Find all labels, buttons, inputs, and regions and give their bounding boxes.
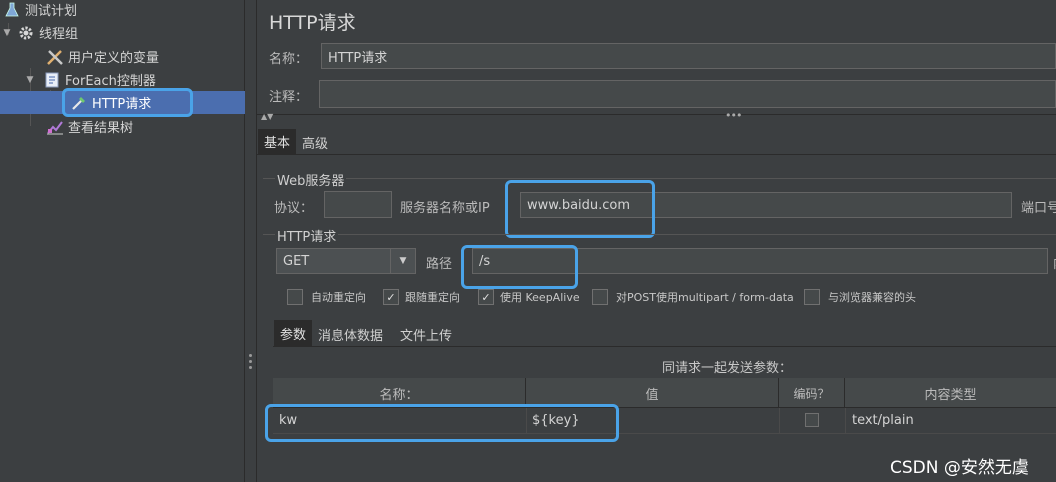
tree-item-label: ForEach控制器 bbox=[65, 74, 156, 89]
param-name-cell[interactable]: kw bbox=[279, 413, 297, 428]
column-header-name[interactable]: 名称： bbox=[273, 378, 526, 408]
watermark: CSDN @安然无虞 bbox=[890, 458, 1029, 478]
protocol-label: 协议： bbox=[274, 201, 314, 216]
content-type-cell[interactable]: text/plain bbox=[852, 413, 914, 428]
follow-redirect-option[interactable]: ✓ 跟随重定向 bbox=[383, 289, 460, 305]
page-title: HTTP请求 bbox=[269, 12, 356, 34]
tree-item-foreach-controller[interactable]: ▼ ForEach控制器 bbox=[0, 68, 245, 91]
tree-item-label: 查看结果树 bbox=[68, 121, 134, 136]
follow-redirect-checkbox[interactable]: ✓ bbox=[383, 289, 399, 305]
tree-item-label: 测试计划 bbox=[25, 4, 78, 19]
tree-item-thread-group[interactable]: ▼ 线程组 bbox=[0, 21, 245, 44]
path-field[interactable]: /s bbox=[472, 248, 1048, 274]
tab-basic[interactable]: 基本 bbox=[258, 129, 296, 154]
test-plan-tree: 测试计划 ▼ 线程组 用户定义的变量 ▼ ForEach控制器 HTTP请求 查… bbox=[0, 0, 245, 482]
tree-item-label: 线程组 bbox=[39, 27, 79, 42]
option-label: 使用 KeepAlive bbox=[500, 291, 580, 304]
expand-arrow-icon[interactable]: ▼ bbox=[0, 28, 14, 38]
gear-icon bbox=[17, 24, 35, 42]
option-label: 自动重定向 bbox=[311, 291, 366, 304]
chevron-down-icon[interactable]: ▼ bbox=[390, 249, 415, 273]
keepalive-option[interactable]: ✓ 使用 KeepAlive bbox=[478, 289, 580, 305]
keepalive-checkbox[interactable]: ✓ bbox=[478, 289, 494, 305]
server-name-field[interactable]: www.baidu.com bbox=[520, 192, 1012, 218]
browser-headers-option[interactable]: 与浏览器兼容的头 bbox=[804, 289, 916, 305]
table-header-row: 名称： 值 编码？ 内容类型 bbox=[273, 378, 1056, 408]
option-label: 对POST使用multipart / form-data bbox=[616, 291, 794, 304]
panel-splitter[interactable] bbox=[245, 0, 257, 482]
port-label: 端口号 bbox=[1021, 201, 1056, 216]
tree-item-test-plan[interactable]: 测试计划 bbox=[0, 0, 245, 21]
tree-item-label: HTTP请求 bbox=[92, 97, 152, 112]
http-request-panel: HTTP请求 名称： HTTP请求 注释： ▲▼ ••• 基本 高级 Web服务… bbox=[257, 0, 1056, 482]
tab-parameters[interactable]: 参数 bbox=[274, 320, 312, 346]
controller-icon bbox=[43, 71, 61, 89]
method-select[interactable]: GET ▼ bbox=[276, 248, 416, 274]
param-value-cell[interactable]: ${key} bbox=[532, 413, 580, 428]
auto-redirect-option[interactable]: 自动重定向 bbox=[287, 289, 366, 305]
tab-body-data[interactable]: 消息体数据 bbox=[318, 325, 383, 344]
browser-headers-checkbox[interactable] bbox=[804, 289, 820, 305]
option-label: 与浏览器兼容的头 bbox=[828, 291, 916, 304]
auto-redirect-checkbox[interactable] bbox=[287, 289, 303, 305]
encode-checkbox[interactable] bbox=[805, 413, 819, 427]
method-value: GET bbox=[283, 253, 310, 269]
multipart-option[interactable]: 对POST使用multipart / form-data bbox=[592, 289, 794, 305]
params-caption: 同请求一起发送参数： bbox=[662, 361, 793, 376]
web-server-group-label: Web服务器 bbox=[275, 170, 347, 189]
column-header-value[interactable]: 值 bbox=[526, 378, 779, 408]
server-label: 服务器名称或IP bbox=[400, 201, 490, 216]
multipart-checkbox[interactable] bbox=[592, 289, 608, 305]
http-request-group-label: HTTP请求 bbox=[275, 226, 339, 245]
name-field[interactable]: HTTP请求 bbox=[321, 43, 1056, 69]
comment-label: 注释： bbox=[269, 90, 309, 105]
protocol-field[interactable] bbox=[324, 191, 392, 218]
table-row[interactable]: kw ${key} text/plain bbox=[273, 408, 1056, 434]
tree-item-view-results-tree[interactable]: 查看结果树 bbox=[0, 115, 245, 138]
name-label: 名称： bbox=[269, 52, 309, 67]
column-header-encode[interactable]: 编码？ bbox=[779, 378, 845, 408]
chart-icon bbox=[46, 118, 64, 136]
tree-item-label: 用户定义的变量 bbox=[68, 51, 160, 66]
expand-arrow-icon[interactable]: ▼ bbox=[23, 75, 37, 85]
drag-handle-icon[interactable]: ••• bbox=[725, 109, 742, 122]
tab-advanced[interactable]: 高级 bbox=[302, 133, 328, 152]
collapse-bar[interactable]: ▲▼ ••• bbox=[257, 109, 1056, 123]
collapse-arrows-icon[interactable]: ▲▼ bbox=[261, 112, 273, 121]
tab-file-upload[interactable]: 文件上传 bbox=[400, 325, 452, 344]
comment-field[interactable] bbox=[319, 80, 1056, 108]
tree-item-http-request[interactable]: HTTP请求 bbox=[0, 91, 245, 114]
tree-item-user-variables[interactable]: 用户定义的变量 bbox=[0, 45, 245, 68]
pipette-icon bbox=[70, 94, 88, 112]
path-label: 路径 bbox=[426, 257, 453, 272]
column-header-content-type[interactable]: 内容类型 bbox=[845, 378, 1056, 408]
tools-icon bbox=[46, 48, 64, 66]
option-label: 跟随重定向 bbox=[405, 291, 460, 304]
flask-icon bbox=[3, 1, 21, 19]
